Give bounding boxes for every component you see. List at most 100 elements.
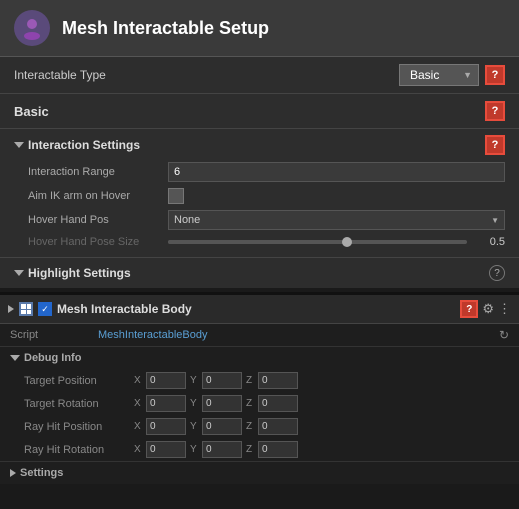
more-options-icon[interactable]: ⋮	[498, 301, 511, 317]
hover-hand-pos-row: Hover Hand Pos None	[14, 207, 505, 233]
tr-z-axis-label: Z	[246, 398, 256, 409]
aim-ik-checkbox[interactable]	[168, 188, 184, 204]
ray-hit-position-fields: X Y Z	[134, 418, 509, 435]
debug-info-header: Debug Info	[0, 347, 519, 369]
rhp-z-axis-label: Z	[246, 421, 256, 432]
hover-hand-pos-label: Hover Hand Pos	[28, 214, 168, 226]
interactable-type-dropdown[interactable]: Basic	[399, 64, 479, 86]
target-position-z-field: Z	[246, 372, 298, 389]
interactable-type-help-button[interactable]: ?	[485, 65, 505, 85]
target-position-z-input[interactable]	[258, 372, 298, 389]
ray-hit-position-x-field: X	[134, 418, 186, 435]
settings-collapse-icon	[10, 469, 16, 477]
target-rotation-z-field: Z	[246, 395, 298, 412]
slider-thumb	[342, 237, 352, 247]
panel-header: Mesh Interactable Setup	[0, 0, 519, 57]
z-axis-label: Z	[246, 375, 256, 386]
hover-hand-pos-dropdown[interactable]: None	[168, 210, 505, 230]
script-row: Script MeshInteractableBody ↻	[0, 324, 519, 347]
ray-hit-rotation-x-input[interactable]	[146, 441, 186, 458]
ray-hit-position-y-input[interactable]	[202, 418, 242, 435]
highlight-settings-row: Highlight Settings ?	[0, 257, 519, 288]
rhp-y-axis-label: Y	[190, 421, 200, 432]
header-icon	[14, 10, 50, 46]
ray-hit-rotation-x-field: X	[134, 441, 186, 458]
ray-hit-rotation-fields: X Y Z	[134, 441, 509, 458]
component-icon	[19, 302, 33, 316]
ray-hit-rotation-y-field: Y	[190, 441, 242, 458]
ray-hit-position-row: Ray Hit Position X Y Z	[0, 415, 519, 438]
bottom-collapse-icon	[8, 305, 14, 313]
ray-hit-position-label: Ray Hit Position	[24, 421, 134, 433]
bottom-panel-title: Mesh Interactable Body	[57, 302, 455, 316]
ray-hit-position-z-input[interactable]	[258, 418, 298, 435]
target-rotation-x-field: X	[134, 395, 186, 412]
target-position-x-input[interactable]	[146, 372, 186, 389]
rhr-x-axis-label: X	[134, 444, 144, 455]
highlight-collapse-icon	[14, 270, 24, 276]
bottom-help-button[interactable]: ?	[460, 300, 478, 318]
interaction-settings-help-button[interactable]: ?	[485, 135, 505, 155]
interaction-settings-title: Interaction Settings	[14, 138, 140, 152]
sliders-icon[interactable]: ⚙	[482, 301, 494, 317]
target-rotation-fields: X Y Z	[134, 395, 509, 412]
bottom-panel: ✓ Mesh Interactable Body ? ⚙ ⋮ Script Me…	[0, 292, 519, 484]
target-rotation-y-field: Y	[190, 395, 242, 412]
basic-label: Basic	[14, 104, 49, 119]
settings-header: Settings	[0, 461, 519, 484]
ray-hit-rotation-row: Ray Hit Rotation X Y Z	[0, 438, 519, 461]
slider-track	[168, 240, 467, 244]
hover-hand-pose-size-value: 0.5	[475, 236, 505, 248]
ray-hit-rotation-y-input[interactable]	[202, 441, 242, 458]
ray-hit-position-y-field: Y	[190, 418, 242, 435]
target-position-y-field: Y	[190, 372, 242, 389]
script-value[interactable]: MeshInteractableBody	[98, 329, 491, 341]
basic-help-button[interactable]: ?	[485, 101, 505, 121]
target-rotation-row: Target Rotation X Y Z	[0, 392, 519, 415]
ray-hit-position-x-input[interactable]	[146, 418, 186, 435]
script-link-icon[interactable]: ↻	[499, 328, 509, 342]
target-position-x-field: X	[134, 372, 186, 389]
target-position-fields: X Y Z	[134, 372, 509, 389]
interactable-type-row: Interactable Type Basic ?	[0, 57, 519, 94]
tr-x-axis-label: X	[134, 398, 144, 409]
debug-collapse-icon	[10, 355, 20, 361]
debug-info-label: Debug Info	[24, 352, 81, 364]
ray-hit-rotation-z-input[interactable]	[258, 441, 298, 458]
target-position-y-input[interactable]	[202, 372, 242, 389]
target-rotation-z-input[interactable]	[258, 395, 298, 412]
aim-ik-label: Aim IK arm on Hover	[28, 190, 168, 202]
page-title: Mesh Interactable Setup	[62, 18, 269, 39]
collapse-icon	[14, 142, 24, 148]
target-position-row: Target Position X Y Z	[0, 369, 519, 392]
interaction-range-input[interactable]	[168, 162, 505, 182]
highlight-settings-help-button[interactable]: ?	[489, 265, 505, 281]
interaction-settings-section: Interaction Settings ? Interaction Range…	[0, 129, 519, 257]
basic-section-row: Basic ?	[0, 94, 519, 129]
interaction-range-row: Interaction Range	[14, 159, 505, 185]
slider-fill	[168, 240, 347, 244]
settings-label: Settings	[20, 467, 63, 479]
target-rotation-y-input[interactable]	[202, 395, 242, 412]
aim-ik-row: Aim IK arm on Hover	[14, 185, 505, 207]
tr-y-axis-label: Y	[190, 398, 200, 409]
highlight-settings-title: Highlight Settings	[14, 266, 131, 280]
hover-hand-pose-size-slider[interactable]: 0.5	[168, 236, 505, 248]
component-enabled-checkbox[interactable]: ✓	[38, 302, 52, 316]
interactable-type-label: Interactable Type	[14, 68, 106, 82]
interaction-range-label: Interaction Range	[28, 166, 168, 178]
ray-hit-rotation-z-field: Z	[246, 441, 298, 458]
x-axis-label: X	[134, 375, 144, 386]
bottom-panel-actions: ? ⚙ ⋮	[460, 300, 511, 318]
y-axis-label: Y	[190, 375, 200, 386]
ray-hit-rotation-label: Ray Hit Rotation	[24, 444, 134, 456]
rhr-z-axis-label: Z	[246, 444, 256, 455]
hover-hand-pose-size-row: Hover Hand Pose Size 0.5	[14, 233, 505, 251]
rhr-y-axis-label: Y	[190, 444, 200, 455]
target-rotation-label: Target Rotation	[24, 398, 134, 410]
bottom-panel-header: ✓ Mesh Interactable Body ? ⚙ ⋮	[0, 295, 519, 324]
rhp-x-axis-label: X	[134, 421, 144, 432]
hover-hand-pose-size-label: Hover Hand Pose Size	[28, 236, 168, 248]
target-rotation-x-input[interactable]	[146, 395, 186, 412]
target-position-label: Target Position	[24, 375, 134, 387]
